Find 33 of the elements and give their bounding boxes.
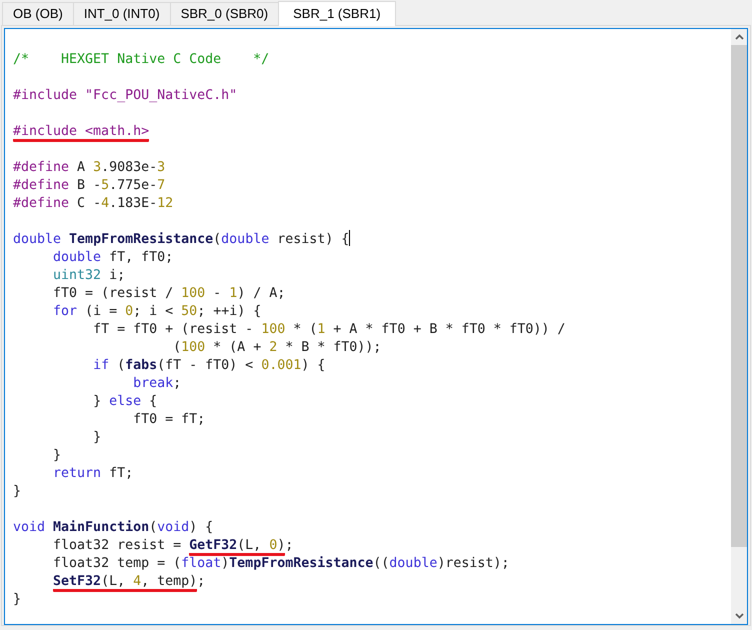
- code-line: #include "Fcc_POU_NativeC.h": [13, 87, 238, 105]
- code-line: fT0 = (resist / 100 - 1) / A;: [52, 285, 286, 303]
- code-line: fT0 = fT;: [132, 411, 206, 429]
- code-line: }: [13, 483, 22, 501]
- code-line: void MainFunction(void) {: [13, 519, 214, 537]
- code-line: return fT;: [52, 465, 134, 483]
- code-line: }: [52, 447, 62, 465]
- code-line: for (i = 0; i < 50; ++i) {: [52, 303, 262, 321]
- tab[interactable]: SBR_1 (SBR1): [278, 1, 396, 26]
- code-line: double TempFromResistance(double resist) {: [13, 231, 352, 249]
- code-line: }: [92, 429, 102, 447]
- code-line: #define A 3.9083e-3: [13, 159, 166, 177]
- code-line: uint32 i;: [52, 267, 126, 285]
- scrollbar[interactable]: [731, 29, 747, 624]
- tab[interactable]: OB (OB): [2, 2, 74, 25]
- code-line: if (fabs(fT - fT0) < 0.001) {: [92, 357, 326, 375]
- code-line: float32 temp = (float)TempFromResistance((double)resist);: [52, 555, 510, 573]
- code-line: fT = fT0 + (resist - 100 * (1 + A * fT0 + B * fT0 * fT0)) /: [92, 321, 566, 339]
- code-line: #include <math.h>: [13, 123, 731, 141]
- code-line: break;: [132, 375, 182, 393]
- code-line: }: [13, 591, 22, 609]
- code-line: } else {: [92, 393, 158, 411]
- chevron-up-icon: [734, 34, 744, 40]
- code-line: SetF32(L, 4, temp);: [13, 573, 731, 591]
- code-line: double fT, fT0;: [52, 249, 174, 267]
- code-line: (100 * (A + 2 * B * fT0));: [172, 339, 382, 357]
- chevron-down-icon: [734, 613, 744, 619]
- code-line: #define C -4.183E-12: [13, 195, 174, 213]
- code-line: #define B -5.775e-7: [13, 177, 166, 195]
- scrollbar-thumb[interactable]: [731, 45, 747, 547]
- text-cursor: [349, 230, 350, 246]
- code-line: /* HEXGET Native C Code */: [13, 51, 270, 69]
- code-line: float32 resist = GetF32(L, 0);: [13, 537, 731, 555]
